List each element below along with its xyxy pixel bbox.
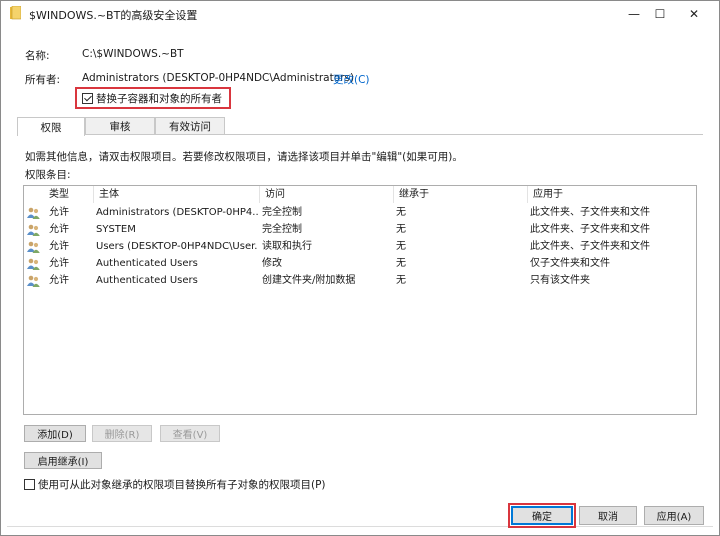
cell-access: 读取和执行 bbox=[262, 241, 312, 252]
users-icon bbox=[27, 241, 40, 253]
users-icon bbox=[27, 275, 40, 287]
replace-child-perms-checkbox[interactable] bbox=[24, 479, 35, 490]
tab-effective-access[interactable]: 有效访问 bbox=[155, 117, 225, 135]
window-title: $WINDOWS.~BT的高级安全设置 bbox=[29, 9, 198, 22]
table-row[interactable]: 允许 Authenticated Users 修改 无 仅子文件夹和文件 bbox=[24, 256, 696, 272]
permissions-hint: 如需其他信息，请双击权限项目。若要修改权限项目，请选择该项目并单击"编辑"(如果… bbox=[25, 151, 463, 163]
replace-child-perms-label[interactable]: 使用可从此对象继承的权限项目替换所有子对象的权限项目(P) bbox=[38, 477, 326, 492]
owner-label: 所有者: bbox=[25, 74, 61, 86]
view-button[interactable]: 查看(V) bbox=[160, 425, 220, 442]
cell-inherited-from: 无 bbox=[396, 241, 406, 252]
tab-auditing[interactable]: 审核 bbox=[85, 117, 155, 135]
advanced-security-settings-window: $WINDOWS.~BT的高级安全设置 — ☐ ✕ 名称: C:\$WINDOW… bbox=[0, 0, 720, 536]
users-icon bbox=[27, 224, 40, 236]
name-label: 名称: bbox=[25, 50, 50, 62]
cell-access: 完全控制 bbox=[262, 207, 302, 218]
cell-principal: Authenticated Users bbox=[96, 275, 198, 286]
footer-divider bbox=[7, 526, 713, 527]
cell-applies-to: 此文件夹、子文件夹和文件 bbox=[530, 224, 650, 235]
cell-access: 完全控制 bbox=[262, 224, 302, 235]
cell-applies-to: 此文件夹、子文件夹和文件 bbox=[530, 241, 650, 252]
column-type[interactable]: 类型 bbox=[44, 186, 94, 203]
minimize-icon: — bbox=[628, 7, 640, 21]
cell-type: 允许 bbox=[49, 241, 69, 252]
cancel-button[interactable]: 取消 bbox=[579, 506, 637, 525]
column-inherited-from[interactable]: 继承于 bbox=[394, 186, 528, 203]
users-icon bbox=[27, 258, 40, 270]
title-bar[interactable]: $WINDOWS.~BT的高级安全设置 — ☐ ✕ bbox=[1, 1, 719, 27]
cell-inherited-from: 无 bbox=[396, 258, 406, 269]
entries-label: 权限条目: bbox=[25, 169, 71, 181]
tab-panel-border bbox=[17, 134, 703, 135]
ok-button[interactable]: 确定 bbox=[511, 506, 573, 525]
cell-type: 允许 bbox=[49, 275, 69, 286]
enable-inheritance-button[interactable]: 启用继承(I) bbox=[24, 452, 102, 469]
maximize-button[interactable]: ☐ bbox=[643, 1, 677, 27]
cell-access: 创建文件夹/附加数据 bbox=[262, 275, 356, 286]
cell-applies-to: 仅子文件夹和文件 bbox=[530, 258, 610, 269]
folder-icon bbox=[10, 6, 21, 20]
column-access[interactable]: 访问 bbox=[260, 186, 394, 203]
cell-principal: Authenticated Users bbox=[96, 258, 198, 269]
table-row[interactable]: 允许 Administrators (DESKTOP-0HP4... 完全控制 … bbox=[24, 205, 696, 221]
cell-principal: SYSTEM bbox=[96, 224, 136, 235]
tab-permissions-label: 权限 bbox=[40, 121, 62, 134]
add-button[interactable]: 添加(D) bbox=[24, 425, 86, 442]
cell-inherited-from: 无 bbox=[396, 207, 406, 218]
table-row[interactable]: 允许 SYSTEM 完全控制 无 此文件夹、子文件夹和文件 bbox=[24, 222, 696, 238]
cell-principal: Users (DESKTOP-0HP4NDC\User... bbox=[96, 241, 258, 252]
cell-applies-to: 此文件夹、子文件夹和文件 bbox=[530, 207, 650, 218]
cell-type: 允许 bbox=[49, 224, 69, 235]
tab-permissions[interactable]: 权限 bbox=[17, 117, 85, 136]
owner-value: Administrators (DESKTOP-0HP4NDC\Administ… bbox=[82, 72, 355, 84]
close-icon: ✕ bbox=[688, 7, 700, 21]
tab-effective-access-label: 有效访问 bbox=[169, 121, 211, 133]
permission-entries-list[interactable]: 类型 主体 访问 继承于 应用于 允许 Administrators (DESK… bbox=[23, 185, 697, 415]
replace-owner-checkbox[interactable] bbox=[82, 93, 93, 104]
cell-inherited-from: 无 bbox=[396, 224, 406, 235]
table-row[interactable]: 允许 Authenticated Users 创建文件夹/附加数据 无 只有该文… bbox=[24, 273, 696, 289]
column-applies-to[interactable]: 应用于 bbox=[528, 186, 696, 203]
list-header: 类型 主体 访问 继承于 应用于 bbox=[24, 186, 696, 203]
column-principal[interactable]: 主体 bbox=[94, 186, 260, 203]
cell-type: 允许 bbox=[49, 207, 69, 218]
cell-type: 允许 bbox=[49, 258, 69, 269]
apply-button[interactable]: 应用(A) bbox=[644, 506, 704, 525]
remove-button[interactable]: 删除(R) bbox=[92, 425, 152, 442]
name-value: C:\$WINDOWS.~BT bbox=[82, 48, 184, 60]
close-button[interactable]: ✕ bbox=[677, 1, 711, 27]
table-row[interactable]: 允许 Users (DESKTOP-0HP4NDC\User... 读取和执行 … bbox=[24, 239, 696, 255]
cell-inherited-from: 无 bbox=[396, 275, 406, 286]
cell-applies-to: 只有该文件夹 bbox=[530, 275, 590, 286]
cell-principal: Administrators (DESKTOP-0HP4... bbox=[96, 207, 258, 218]
cell-access: 修改 bbox=[262, 258, 282, 269]
tab-auditing-label: 审核 bbox=[109, 121, 131, 133]
users-icon bbox=[27, 207, 40, 219]
change-owner-link[interactable]: 更改(C) bbox=[333, 72, 370, 87]
replace-owner-label[interactable]: 替换子容器和对象的所有者 bbox=[96, 91, 222, 106]
maximize-icon: ☐ bbox=[654, 7, 666, 21]
